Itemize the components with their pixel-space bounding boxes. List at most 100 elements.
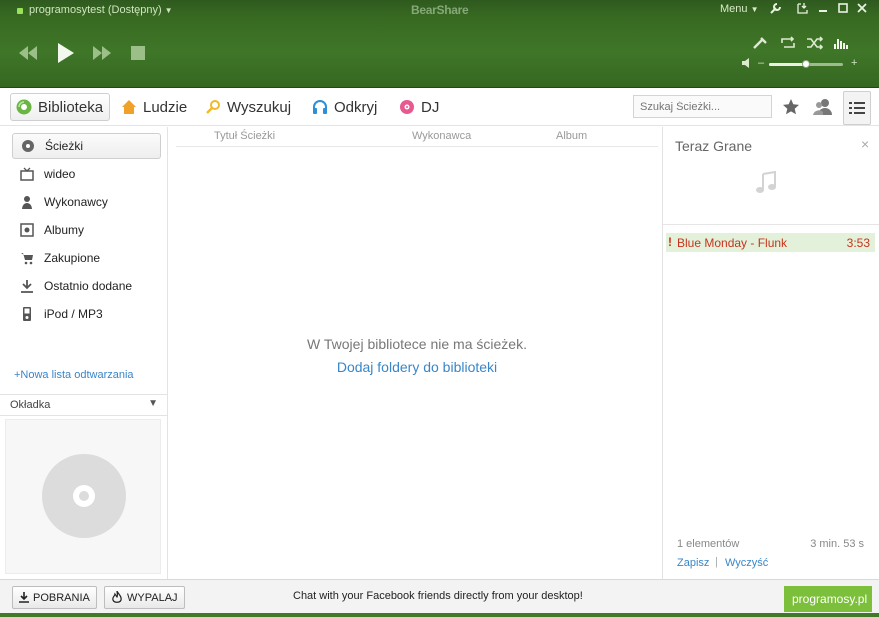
next-icon[interactable] (91, 45, 113, 61)
chevron-down-icon: ▼ (148, 398, 158, 409)
player-header: programosytest (Dostępny) ▼ BearShare Men… (0, 0, 879, 88)
sidebar-item-wideo[interactable]: wideo (12, 161, 161, 187)
sidebar-item-ipod-mp3[interactable]: iPod / MP3 (12, 301, 161, 327)
download-icon (19, 592, 29, 603)
library-icon (16, 99, 32, 115)
bottom-toolbar: POBRANIA WYPALAJ Chat with your Facebook… (0, 579, 879, 613)
music-note-icon (755, 170, 777, 198)
bearshare-window: programosytest (Dostępny) ▼ BearShare Men… (0, 0, 879, 617)
search-input[interactable] (633, 95, 772, 118)
sidebar-item-label: Albumy (44, 223, 85, 237)
column-header-title[interactable]: Tytuł Ścieżki (214, 130, 275, 142)
cover-art-header[interactable]: Okładka ▼ (0, 394, 167, 416)
speaker-icon[interactable] (741, 57, 753, 69)
repeat-icon[interactable] (780, 36, 796, 53)
volume-control: – + (741, 57, 861, 71)
tab-odkryj[interactable]: Odkryj (312, 93, 377, 121)
downloads-label: POBRANIA (33, 591, 90, 604)
online-status-icon (17, 8, 23, 14)
cd-placeholder-icon (42, 454, 126, 538)
app-title: BearShare (411, 3, 469, 17)
volume-fill (769, 63, 806, 66)
vinyl-icon (399, 99, 415, 115)
facebook-promo-text[interactable]: Chat with your Facebook friends directly… (293, 590, 583, 602)
tab-label: DJ (421, 98, 440, 116)
volume-slider[interactable] (769, 60, 843, 68)
divider (663, 224, 879, 225)
tab-label: Wyszukuj (227, 98, 292, 116)
cover-art-label: Okładka (10, 399, 51, 411)
minimize-to-tray-icon[interactable] (796, 2, 810, 16)
save-playlist-link[interactable]: Zapisz (677, 557, 709, 569)
minimize-icon[interactable] (816, 2, 830, 16)
column-header-divider (176, 146, 658, 147)
sidebar-item-albumy[interactable]: Albumy (12, 217, 161, 243)
sidebar-item-zakupione[interactable]: Zakupione (12, 245, 161, 271)
item-count: 1 elementów (677, 538, 740, 550)
list-item[interactable]: ! Blue Monday - Flunk 3:53 (666, 233, 875, 252)
watermark-logo: programosy.pl (784, 586, 872, 612)
downloads-button[interactable]: POBRANIA (12, 586, 97, 609)
chevron-down-icon: ▼ (164, 6, 173, 15)
sidebar-item-sciezki[interactable]: Ścieżki (12, 133, 161, 159)
ipod-icon (20, 307, 34, 321)
tab-biblioteka[interactable]: Biblioteka (10, 93, 111, 121)
new-playlist-link[interactable]: +Nowa lista odtwarzania (14, 369, 134, 381)
now-playing-title: Teraz Grane (675, 138, 753, 154)
status-strip (0, 613, 879, 617)
tab-wyszukuj[interactable]: Wyszukuj (205, 93, 291, 121)
link-separator: | (715, 556, 718, 568)
playlist-panel-icon[interactable] (843, 91, 871, 125)
previous-icon[interactable] (17, 45, 39, 61)
equalizer-icon[interactable] (833, 36, 849, 53)
sidebar-item-label: Zakupione (44, 251, 101, 265)
play-icon[interactable] (56, 42, 76, 64)
clear-playlist-link[interactable]: Wyczyść (725, 557, 768, 569)
volume-down-icon[interactable]: – (758, 57, 764, 69)
track-duration: 3:53 (846, 236, 870, 250)
headphones-icon (312, 99, 328, 115)
library-sidebar: Ścieżki wideo Wykonawcy Albumy Zakupione… (0, 127, 168, 579)
menu-button[interactable]: Menu ▼ (720, 3, 759, 15)
maximize-icon[interactable] (836, 2, 850, 16)
cart-icon (20, 251, 34, 265)
album-icon (20, 223, 34, 237)
close-icon[interactable] (855, 2, 869, 16)
sidebar-item-label: iPod / MP3 (44, 307, 103, 321)
volume-up-icon[interactable]: + (851, 57, 857, 69)
tab-ludzie[interactable]: Ludzie (121, 93, 187, 121)
cover-art-placeholder (5, 419, 161, 574)
add-folders-link[interactable]: Dodaj foldery do biblioteki (176, 359, 658, 375)
user-status-dropdown[interactable]: programosytest (Dostępny) ▼ (29, 4, 173, 16)
flame-icon (111, 591, 123, 604)
sidebar-item-label: Ostatnio dodane (44, 279, 133, 293)
sidebar-item-ostatnio-dodane[interactable]: Ostatnio dodane (12, 273, 161, 299)
burn-button[interactable]: WYPALAJ (104, 586, 185, 609)
tab-dj[interactable]: DJ (399, 93, 439, 121)
friends-icon[interactable] (811, 95, 835, 119)
now-playing-panel: Teraz Grane × ! Blue Monday - Flunk 3:53… (662, 127, 879, 579)
home-icon (121, 99, 137, 115)
chevron-down-icon: ▼ (750, 5, 759, 14)
total-duration: 3 min. 53 s (810, 538, 864, 550)
stop-icon[interactable] (130, 45, 146, 61)
main-navigation: Biblioteka Ludzie Wyszukuj Odkryj DJ (0, 88, 879, 126)
empty-library-message: W Twojej bibliotece nie ma ścieżek. (307, 336, 527, 352)
shuffle-icon[interactable] (806, 36, 824, 53)
warning-icon: ! (668, 235, 672, 249)
volume-knob[interactable] (802, 60, 810, 68)
disc-icon (21, 139, 35, 153)
download-icon (20, 279, 34, 293)
tab-label: Odkryj (334, 98, 378, 116)
wrench-icon[interactable] (768, 2, 782, 16)
burn-label: WYPALAJ (127, 591, 178, 604)
tv-icon (20, 167, 34, 181)
favorites-star-icon[interactable] (779, 95, 803, 119)
menu-label: Menu (720, 3, 748, 15)
column-header-artist[interactable]: Wykonawca (412, 130, 471, 142)
close-icon[interactable]: × (861, 136, 869, 152)
column-header-album[interactable]: Album (556, 130, 587, 142)
visualizer-toggle-icon[interactable] (752, 36, 768, 53)
search-icon (205, 99, 221, 115)
sidebar-item-wykonawcy[interactable]: Wykonawcy (12, 189, 161, 215)
